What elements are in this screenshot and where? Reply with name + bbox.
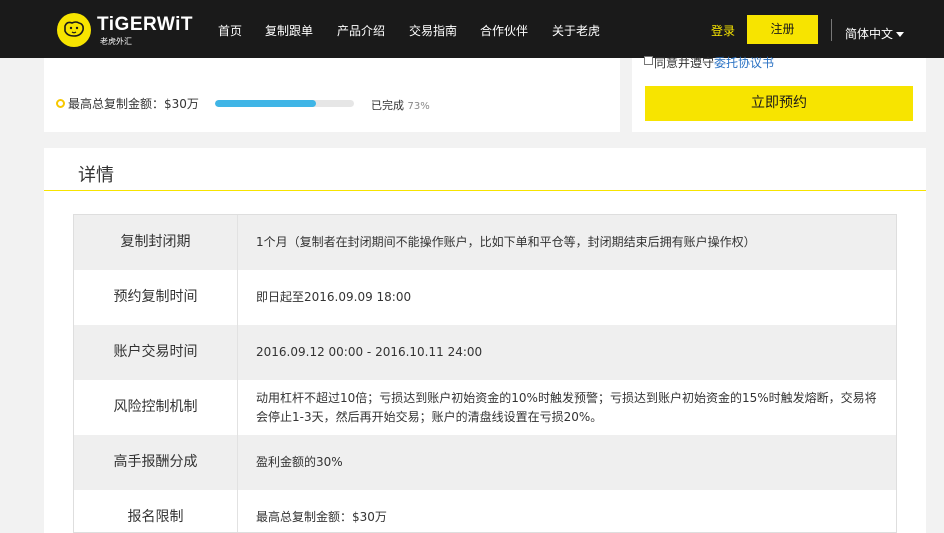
row-value: 即日起至2016.09.09 18:00: [256, 290, 412, 304]
agree-label: 同意并遵守: [654, 56, 715, 70]
nav-products[interactable]: 产品介绍: [337, 22, 385, 39]
completion-label: 已完成: [371, 99, 404, 112]
table-row: 高手报酬分成 盈利金额的30%: [74, 435, 896, 490]
nav-partners[interactable]: 合作伙伴: [480, 22, 528, 39]
nav-about[interactable]: 关于老虎: [552, 22, 600, 39]
nav-copy-trading[interactable]: 复制跟单: [265, 22, 313, 39]
language-selector[interactable]: 简体中文: [845, 25, 905, 42]
row-value: 盈利金额的30%: [256, 455, 343, 469]
row-label: 高手报酬分成: [74, 435, 238, 490]
progress-bar-fill: [215, 100, 317, 107]
table-row: 复制封闭期 1个月（复制者在封闭期间不能操作账户，比如下单和平仓等，封闭期结束后…: [74, 215, 896, 270]
agree-checkbox[interactable]: [644, 56, 653, 65]
details-title: 详情: [78, 165, 114, 186]
details-underline: [44, 190, 926, 191]
brand-name[interactable]: TiGERWiT: [97, 14, 193, 36]
table-row: 风险控制机制 动用杠杆不超过10倍；亏损达到账户初始资金的10%时触发预警；亏损…: [74, 380, 896, 435]
completion-percent: 73%: [407, 101, 430, 112]
row-value: 动用杠杆不超过10倍；亏损达到账户初始资金的10%时触发预警；亏损达到账户初始资…: [256, 390, 877, 424]
table-row: 报名限制 最高总复制金额：$30万: [74, 490, 896, 532]
brand-subtitle: 老虎外汇: [100, 37, 132, 46]
agreement-link[interactable]: 委托协议书: [714, 56, 774, 70]
register-button[interactable]: 注册: [747, 15, 818, 44]
max-copy-amount: 最高总复制金额：$30万: [68, 97, 199, 111]
progress-bar: [215, 100, 354, 107]
row-label: 风险控制机制: [74, 380, 238, 435]
agree-text: 同意并遵守委托协议书: [654, 54, 774, 71]
completion-status: 已完成 73%: [371, 97, 430, 113]
login-link[interactable]: 登录: [711, 22, 735, 39]
bullet-dot-icon: [56, 99, 65, 108]
row-value: 1个月（复制者在封闭期间不能操作账户，比如下单和平仓等，封闭期结束后拥有账户操作…: [256, 235, 756, 249]
row-value: 2016.09.12 00:00 - 2016.10.11 24:00: [256, 345, 483, 359]
row-value: 最高总复制金额：$30万: [256, 510, 387, 524]
language-label: 简体中文: [845, 27, 894, 41]
details-table: 复制封闭期 1个月（复制者在封闭期间不能操作账户，比如下单和平仓等，封闭期结束后…: [73, 214, 897, 533]
nav-trading-guide[interactable]: 交易指南: [409, 22, 457, 39]
top-navbar: TiGERWiT 老虎外汇 首页 复制跟单 产品介绍 交易指南 合作伙伴 关于老…: [0, 0, 944, 58]
row-label: 账户交易时间: [74, 325, 238, 380]
reserve-now-button[interactable]: 立即预约: [645, 86, 913, 121]
row-label: 预约复制时间: [74, 270, 238, 325]
chevron-down-icon: [896, 32, 905, 37]
table-row: 账户交易时间 2016.09.12 00:00 - 2016.10.11 24:…: [74, 325, 896, 380]
tiger-head-icon: [64, 21, 84, 37]
row-label: 报名限制: [74, 490, 238, 532]
row-label: 复制封闭期: [74, 215, 238, 270]
nav-divider: [831, 19, 832, 41]
nav-home[interactable]: 首页: [218, 22, 242, 39]
table-row: 预约复制时间 即日起至2016.09.09 18:00: [74, 270, 896, 325]
